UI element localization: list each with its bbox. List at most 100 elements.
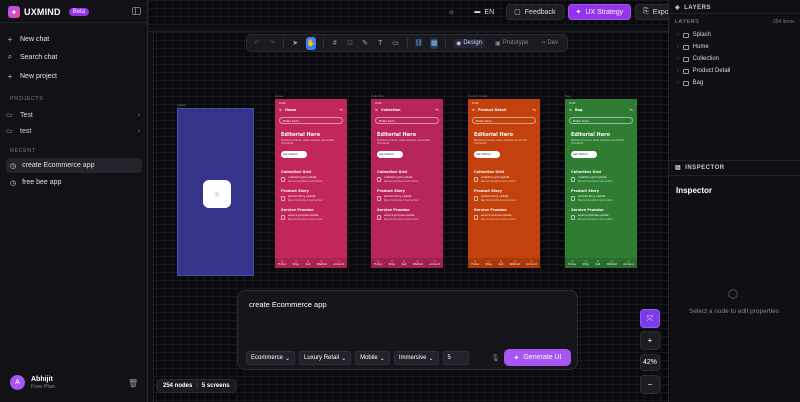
tab-item[interactable]: ○ Wishlist	[317, 260, 327, 266]
link-icon[interactable]: ⛓	[414, 38, 423, 49]
tab-item[interactable]: ○ Account	[526, 260, 536, 266]
feedback-button[interactable]: ▢ Feedback	[506, 4, 564, 20]
layers-header[interactable]: ◈ LAYERS	[675, 4, 711, 12]
frame-grid-icon[interactable]: #	[331, 38, 339, 49]
layer-item[interactable]: › Splash	[677, 32, 711, 38]
menu-icon[interactable]: ≡	[279, 108, 282, 112]
list-item[interactable]: product story update Recommended next ac…	[468, 193, 540, 202]
new-project-button[interactable]: + New project	[6, 69, 57, 83]
select-pointer-icon[interactable]: ➤	[291, 38, 299, 49]
search-field[interactable]: Enter text...	[569, 117, 633, 124]
generate-ui-button[interactable]: ✦ Generate UI	[504, 349, 571, 366]
microphone-icon[interactable]: 🎙	[491, 354, 500, 362]
mood-select[interactable]: Immersive ⌄	[393, 351, 439, 365]
redo-icon[interactable]: ↷	[268, 38, 276, 49]
grid-view-icon[interactable]: ▦	[430, 37, 439, 49]
hero-cta-button[interactable]: Get Started	[281, 151, 307, 158]
tab-item[interactable]: ○ Shop	[582, 260, 589, 266]
tab-item[interactable]: ○ Home	[374, 260, 382, 266]
screen-frame[interactable]: 9:41 ≡ Home ⛍ Enter text... Editorial He…	[275, 99, 347, 268]
trash-icon[interactable]: 🗑	[128, 379, 138, 388]
list-item[interactable]: service promise update Recommended next …	[371, 212, 443, 221]
screen-frame[interactable]: 9:41 ≡ Collection ⛍ Enter text... Editor…	[371, 99, 443, 268]
platform-select[interactable]: Mobile ⌄	[355, 351, 390, 365]
list-item[interactable]: collection grid update Recommended next …	[468, 174, 540, 183]
menu-icon[interactable]: ≡	[375, 108, 378, 112]
mode-design[interactable]: ◉ Design	[453, 38, 486, 48]
tab-item[interactable]: ○ Wishlist	[607, 260, 617, 266]
industry-select[interactable]: Ecommerce ⌄	[246, 351, 296, 365]
hero-cta-button[interactable]: Get Started	[474, 151, 500, 158]
tab-item[interactable]: ○ Shop	[388, 260, 395, 266]
project-item-test-lower[interactable]: ▭ test ›	[6, 124, 140, 138]
list-item[interactable]: collection grid update Recommended next …	[275, 174, 347, 183]
theme-toggle-button[interactable]: ☼	[440, 4, 462, 20]
tab-item[interactable]: ○ Home	[471, 260, 479, 266]
list-item[interactable]: product story update Recommended next ac…	[565, 193, 637, 202]
list-item[interactable]: service promise update Recommended next …	[275, 212, 347, 221]
list-item[interactable]: service promise update Recommended next …	[565, 212, 637, 221]
hero-cta-button[interactable]: Get Started	[377, 151, 403, 158]
project-item-test[interactable]: ▭ Test ›	[6, 108, 140, 122]
mode-prototype[interactable]: ▣ Prototype	[492, 39, 531, 48]
tab-item[interactable]: ○ Shop	[292, 260, 299, 266]
rectangle-icon[interactable]: □	[346, 38, 354, 49]
recent-item-free-bee[interactable]: ◷ free bee app	[6, 175, 142, 190]
tab-item[interactable]: ○ Shop	[485, 260, 492, 266]
screen-frame[interactable]: 9:41 ≡ Bag ⛍ Enter text... Editorial Her…	[565, 99, 637, 268]
tab-item[interactable]: ○ Home	[568, 260, 576, 266]
ux-strategy-button[interactable]: ✦ UX Strategy	[567, 4, 632, 20]
zoom-out-button[interactable]: −	[640, 375, 660, 394]
list-item[interactable]: collection grid update Recommended next …	[565, 174, 637, 183]
hand-tool-icon[interactable]: ✋	[306, 36, 316, 50]
cart-icon[interactable]: ⛍	[435, 108, 439, 113]
layer-item[interactable]: › Home	[677, 44, 709, 50]
splash-frame[interactable]: ◎	[177, 108, 254, 276]
tab-item[interactable]: ○ Wishlist	[413, 260, 423, 266]
list-item[interactable]: collection grid update Recommended next …	[371, 174, 443, 183]
tab-item[interactable]: ○ Account	[333, 260, 343, 266]
tab-item[interactable]: ○ Sell	[305, 260, 310, 266]
recent-item-ecommerce[interactable]: ◷ create Ecommerce app	[6, 158, 142, 173]
screen-count-input[interactable]: 5	[442, 351, 469, 365]
tab-item[interactable]: ○ Account	[623, 260, 633, 266]
layer-item[interactable]: › Bag	[677, 80, 703, 86]
menu-icon[interactable]: ≡	[472, 108, 475, 112]
chevron-right-icon[interactable]: ›	[138, 128, 140, 135]
chevron-right-icon[interactable]: ›	[138, 112, 140, 119]
cart-icon[interactable]: ⛍	[532, 108, 536, 113]
toggle-sidebar-icon[interactable]	[132, 7, 141, 15]
layer-item[interactable]: › Product Detail	[677, 68, 730, 74]
undo-icon[interactable]: ↶	[253, 38, 261, 49]
zoom-in-button[interactable]: +	[640, 331, 660, 350]
tab-item[interactable]: ○ Sell	[498, 260, 503, 266]
screen-frame[interactable]: 9:41 ≡ Product Detail ⛍ Enter text... Ed…	[468, 99, 540, 268]
tab-item[interactable]: ○ Wishlist	[510, 260, 520, 266]
inspector-header[interactable]: ▤ INSPECTOR	[675, 164, 725, 172]
tab-item[interactable]: ○ Sell	[595, 260, 600, 266]
pen-icon[interactable]: ✎	[361, 38, 369, 49]
search-field[interactable]: Enter text...	[279, 117, 343, 124]
hero-cta-button[interactable]: Get Started	[571, 151, 597, 158]
search-field[interactable]: Enter text...	[472, 117, 536, 124]
search-field[interactable]: Enter text...	[375, 117, 439, 124]
style-select[interactable]: Luxury Retail ⌄	[299, 351, 352, 365]
fit-to-screen-button[interactable]: ⤧	[640, 309, 660, 328]
cart-icon[interactable]: ⛍	[629, 108, 633, 113]
mode-dev[interactable]: ‹› Dev	[538, 39, 561, 47]
comment-icon[interactable]: ▭	[391, 38, 399, 49]
text-icon[interactable]: T	[376, 38, 384, 49]
cart-icon[interactable]: ⛍	[339, 108, 343, 113]
user-profile[interactable]: A Abhijit Free Plan	[10, 375, 55, 390]
search-chat-button[interactable]: ⌕ Search chat	[6, 50, 58, 64]
prompt-input[interactable]: create Ecommerce app	[249, 300, 327, 309]
menu-icon[interactable]: ≡	[569, 108, 572, 112]
new-chat-button[interactable]: + New chat	[6, 32, 50, 46]
tab-item[interactable]: ○ Sell	[401, 260, 406, 266]
tab-item[interactable]: ○ Account	[429, 260, 439, 266]
tab-item[interactable]: ○ Home	[278, 260, 286, 266]
list-item[interactable]: product story update Recommended next ac…	[371, 193, 443, 202]
list-item[interactable]: product story update Recommended next ac…	[275, 193, 347, 202]
language-select[interactable]: ▬ EN	[466, 4, 502, 20]
list-item[interactable]: service promise update Recommended next …	[468, 212, 540, 221]
